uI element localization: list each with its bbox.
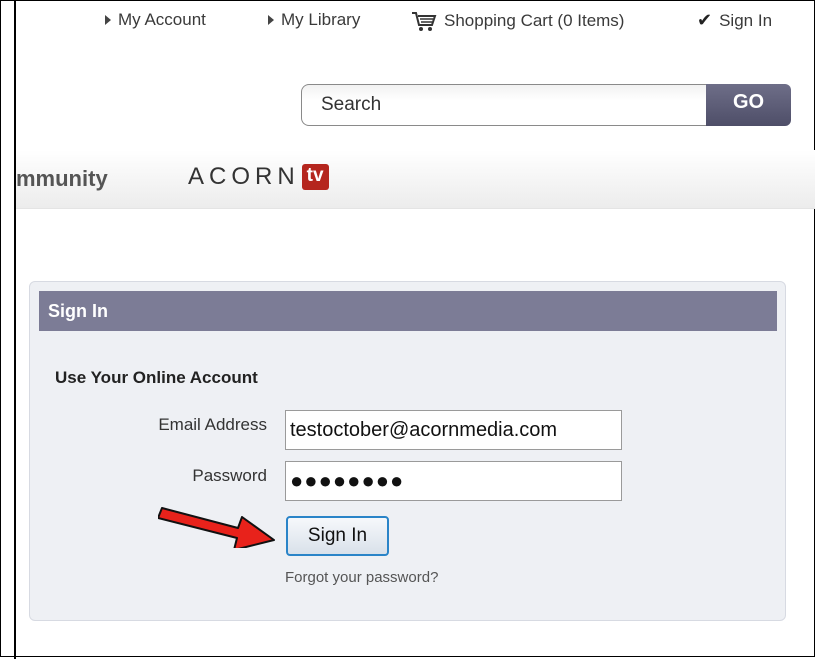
sign-in-panel: Sign In Use Your Online Account Email Ad…	[29, 281, 786, 621]
password-field[interactable]: ●●●●●●●●	[285, 461, 622, 501]
sign-in-link[interactable]: ✔ Sign In	[697, 10, 772, 31]
search-input[interactable]	[301, 84, 711, 126]
my-library-link[interactable]: My Library	[268, 10, 360, 30]
acorn-tv-logo[interactable]: ACORN tv	[188, 163, 329, 191]
tv-badge: tv	[301, 164, 329, 190]
check-icon: ✔	[697, 10, 713, 30]
shopping-cart-link[interactable]: Shopping Cart (0 Items)	[411, 10, 624, 32]
sign-in-label: Sign In	[719, 10, 773, 30]
panel-title: Sign In	[39, 291, 777, 331]
nav-community[interactable]: mmunity	[16, 166, 108, 192]
triangle-bullet-icon	[105, 15, 111, 25]
panel-subtitle: Use Your Online Account	[55, 368, 258, 387]
email-field[interactable]	[285, 410, 622, 450]
red-arrow-annotation	[158, 507, 275, 548]
my-account-label: My Account	[118, 10, 206, 29]
my-library-label: My Library	[281, 10, 361, 29]
main-nav: mmunity ACORN tv	[16, 150, 815, 209]
left-border	[14, 0, 16, 659]
password-label: Password	[192, 466, 267, 485]
sign-in-button[interactable]: Sign In	[286, 516, 389, 556]
go-button[interactable]: GO	[706, 84, 791, 126]
shopping-cart-label: Shopping Cart (0 Items)	[444, 11, 625, 30]
shopping-cart-icon	[412, 12, 437, 31]
my-account-link[interactable]: My Account	[105, 10, 206, 30]
forgot-password-link[interactable]: Forgot your password?	[285, 569, 438, 586]
triangle-bullet-icon	[268, 15, 274, 25]
email-label: Email Address	[158, 415, 267, 434]
search-bar: GO	[301, 84, 791, 126]
acorn-wordmark: ACORN	[188, 163, 300, 190]
